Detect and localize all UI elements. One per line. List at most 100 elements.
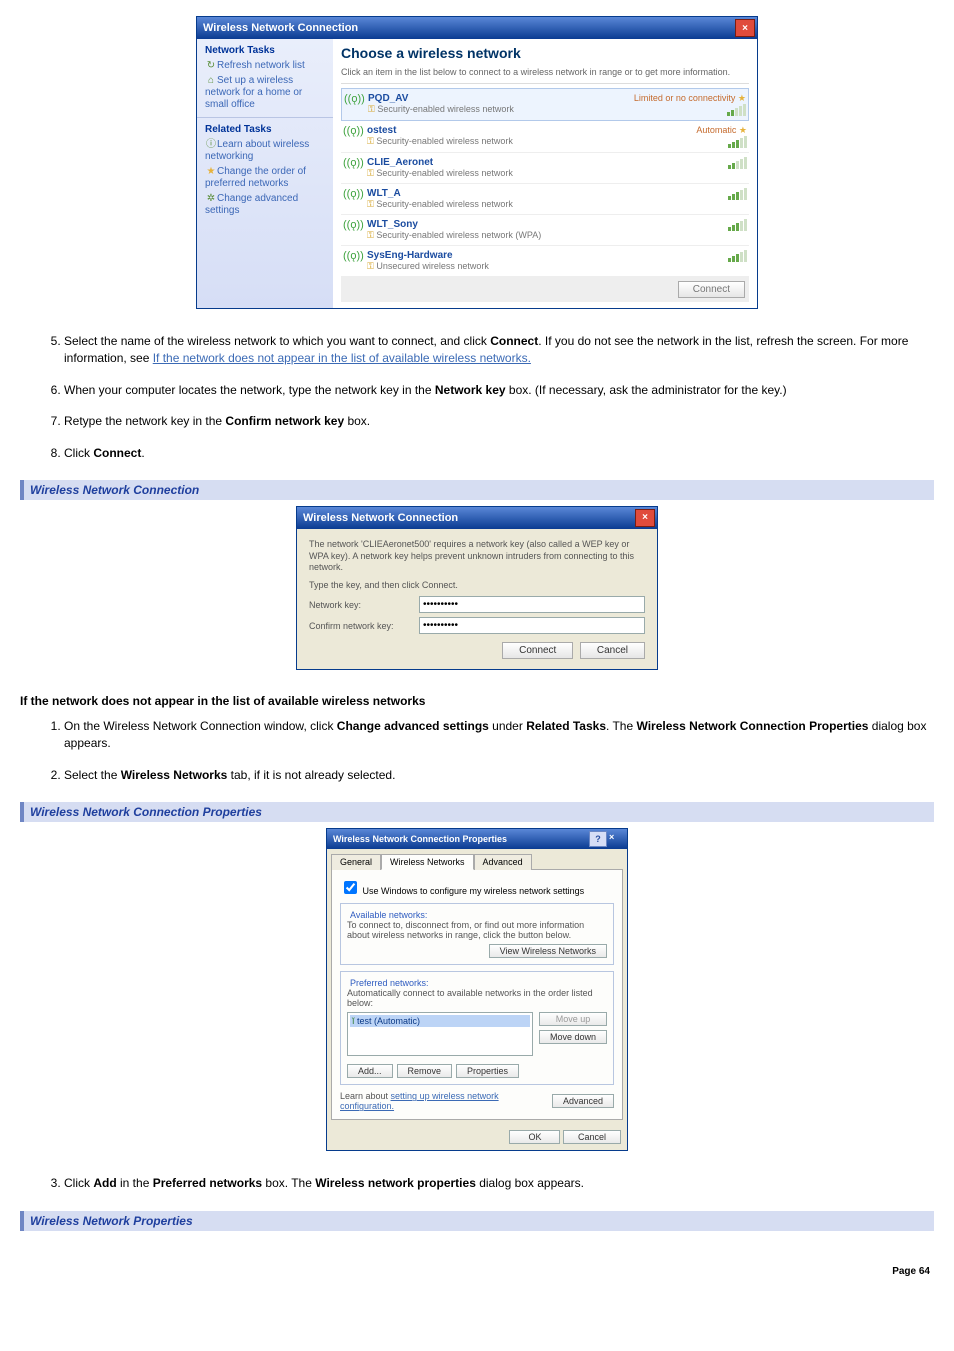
dialog-message: The network 'CLIEAeronet500' requires a … — [309, 539, 645, 574]
move-down-button[interactable]: Move down — [539, 1030, 607, 1044]
ok-button[interactable]: OK — [509, 1130, 560, 1144]
network-desc: ⚿ Security-enabled wireless network — [367, 168, 718, 179]
move-up-button[interactable]: Move up — [539, 1012, 607, 1026]
star-icon: ★ — [205, 166, 217, 178]
wireless-icon: ((ǫ)) — [343, 219, 361, 231]
network-item[interactable]: ((ǫ))PQD_AV⚿ Security-enabled wireless n… — [341, 88, 749, 121]
confirm-key-input[interactable] — [419, 617, 645, 634]
wireless-icon: ((ǫ)) — [343, 125, 361, 137]
refresh-icon: ↻ — [205, 60, 217, 72]
lock-icon: ⚿ — [368, 104, 375, 114]
advanced-button[interactable]: Advanced — [552, 1094, 614, 1108]
use-windows-checkbox-input[interactable] — [344, 881, 357, 894]
antenna-icon: ĭ — [352, 1016, 355, 1026]
close-icon[interactable]: × — [635, 509, 655, 527]
network-desc: ⚿ Security-enabled wireless network — [368, 104, 628, 115]
wireless-icon: ((ǫ)) — [343, 157, 361, 169]
network-key-input[interactable] — [419, 596, 645, 613]
sidebar: Network Tasks ↻Refresh network list ⌂Set… — [197, 39, 333, 308]
close-icon[interactable]: × — [609, 832, 625, 846]
page-number: Page 64 — [892, 1266, 930, 1277]
choose-network-window: Wireless Network Connection × Network Ta… — [196, 16, 758, 309]
dialog-title: Wireless Network Connection — [303, 512, 458, 524]
pane-blurb: Click an item in the list below to conne… — [341, 67, 749, 84]
network-item[interactable]: ((ǫ))SysEng-Hardware⚿ Unsecured wireless… — [341, 246, 749, 277]
header-wnc: Wireless Network Connection — [20, 480, 934, 500]
change-order-link[interactable]: ★Change the order of preferred networks — [205, 166, 325, 190]
tab-wireless-networks[interactable]: Wireless Networks — [381, 854, 474, 870]
help-icon[interactable]: ? — [589, 831, 607, 847]
preferred-networks-label: Preferred networks: — [347, 978, 432, 988]
network-tasks-header: Network Tasks — [205, 45, 325, 56]
network-key-label: Network key: — [309, 600, 419, 610]
view-wireless-networks-button[interactable]: View Wireless Networks — [489, 944, 607, 958]
step-7: Retype the network key in the Confirm ne… — [64, 413, 934, 430]
dialog-instruction: Type the key, and then click Connect. — [309, 580, 645, 590]
gear-icon: ✲ — [205, 193, 217, 205]
connect-button[interactable]: Connect — [678, 281, 745, 298]
setup-network-link[interactable]: ⌂Set up a wireless network for a home or… — [205, 75, 325, 111]
header-wncp: Wireless Network Connection Properties — [20, 802, 934, 822]
network-name: SysEng-Hardware — [367, 250, 718, 261]
cancel-button[interactable]: Cancel — [563, 1130, 621, 1144]
step-b2: Select the Wireless Networks tab, if it … — [64, 767, 934, 784]
step-6: When your computer locates the network, … — [64, 382, 934, 399]
tab-advanced[interactable]: Advanced — [474, 854, 532, 870]
lock-icon: ⚿ — [367, 261, 374, 271]
signal-icon — [728, 219, 747, 231]
available-networks-text: To connect to, disconnect from, or find … — [347, 920, 607, 940]
setup-icon: ⌂ — [205, 75, 217, 87]
network-desc: ⚿ Security-enabled wireless network — [367, 136, 690, 147]
window-title: Wireless Network Connection — [203, 22, 358, 34]
signal-icon — [728, 136, 747, 148]
pane-heading: Choose a wireless network — [341, 45, 749, 61]
network-item[interactable]: ((ǫ))ostest⚿ Security-enabled wireless n… — [341, 121, 749, 153]
preferred-network-item[interactable]: ĭ test (Automatic) — [350, 1015, 530, 1027]
lock-icon: ⚿ — [367, 199, 374, 209]
network-item[interactable]: ((ǫ))WLT_Sony⚿ Security-enabled wireless… — [341, 215, 749, 246]
preferred-networks-list[interactable]: ĭ test (Automatic) — [347, 1012, 533, 1056]
preferred-networks-text: Automatically connect to available netwo… — [347, 988, 607, 1008]
learn-link[interactable]: ⓘLearn about wireless networking — [205, 139, 325, 163]
connect-button[interactable]: Connect — [502, 642, 573, 659]
window-titlebar: Wireless Network Connection × — [197, 17, 757, 39]
refresh-network-list-link[interactable]: ↻Refresh network list — [205, 60, 325, 72]
tab-bar: General Wireless Networks Advanced — [327, 849, 627, 869]
properties-button[interactable]: Properties — [456, 1064, 519, 1078]
wireless-icon: ((ǫ)) — [343, 250, 361, 262]
network-desc: ⚿ Security-enabled wireless network (WPA… — [367, 230, 718, 241]
step-c1: Click Add in the Preferred networks box.… — [64, 1175, 934, 1192]
cancel-button[interactable]: Cancel — [580, 642, 645, 659]
star-icon: ★ — [738, 93, 746, 103]
lock-icon: ⚿ — [367, 230, 374, 240]
remove-button[interactable]: Remove — [397, 1064, 453, 1078]
tab-general[interactable]: General — [331, 854, 381, 870]
step-5: Select the name of the wireless network … — [64, 333, 934, 368]
dialog-titlebar: Wireless Network Connection Properties ?… — [327, 829, 627, 849]
network-item[interactable]: ((ǫ)) WLT_A⚿ Security-enabled wireless ne… — [341, 184, 749, 215]
info-icon: ⓘ — [205, 139, 217, 151]
network-status: Limited or no connectivity ★ — [634, 93, 746, 104]
network-key-dialog: Wireless Network Connection × The networ… — [296, 506, 658, 670]
use-windows-checkbox[interactable]: Use Windows to configure my wireless net… — [340, 886, 584, 896]
add-button[interactable]: Add... — [347, 1064, 393, 1078]
step-8: Click Connect. — [64, 445, 934, 462]
network-name: WLT_A — [367, 188, 718, 199]
available-networks-label: Available networks: — [347, 910, 430, 920]
if-network-missing-link[interactable]: If the network does not appear in the li… — [153, 351, 531, 365]
related-tasks-header: Related Tasks — [205, 124, 325, 135]
network-desc: ⚿ Security-enabled wireless network — [367, 199, 718, 210]
lock-icon: ⚿ — [367, 136, 374, 146]
properties-dialog: Wireless Network Connection Properties ?… — [326, 828, 628, 1151]
network-item[interactable]: ((ǫ)) CLIE_Aeronet⚿ Security-enabled wire… — [341, 153, 749, 184]
close-icon[interactable]: × — [735, 19, 755, 37]
network-status: Automatic ★ — [696, 125, 747, 136]
header-wnp: Wireless Network Properties — [20, 1211, 934, 1231]
dialog-title: Wireless Network Connection Properties — [333, 834, 507, 844]
network-name: CLIE_Aeronet — [367, 157, 718, 168]
wireless-icon: ((ǫ)) — [343, 188, 361, 200]
change-advanced-link[interactable]: ✲Change advanced settings — [205, 193, 325, 217]
dialog-titlebar: Wireless Network Connection × — [297, 507, 657, 529]
signal-icon — [728, 157, 747, 169]
wireless-icon: ((ǫ)) — [344, 93, 362, 105]
